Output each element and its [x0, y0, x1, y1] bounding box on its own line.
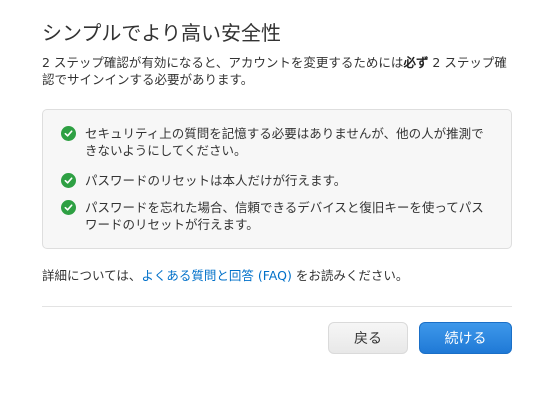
checkmark-circle-icon — [61, 126, 76, 141]
benefit-item: パスワードのリセットは本人だけが行えます。 — [61, 172, 491, 189]
faq-link[interactable]: よくある質問と回答 (FAQ) — [141, 268, 291, 283]
details-suffix: をお読みください。 — [291, 268, 409, 283]
benefits-box: セキュリティ上の質問を記憶する必要はありませんが、他の人が推測できないようにして… — [42, 109, 512, 249]
benefit-text: セキュリティ上の質問を記憶する必要はありませんが、他の人が推測できないようにして… — [85, 126, 484, 158]
intro-text: 2 ステップ確認が有効になると、アカウントを変更するためには必ず 2 ステップ確… — [42, 54, 508, 88]
benefit-item: パスワードを忘れた場合、信頼できるデバイスと復旧キーを使ってパスワードのリセット… — [61, 199, 491, 233]
back-button[interactable]: 戻る — [328, 322, 408, 354]
intro-text-emphasis: 必ず — [403, 55, 429, 70]
details-prefix: 詳細については、 — [42, 268, 142, 283]
divider — [42, 306, 512, 307]
continue-button[interactable]: 続ける — [419, 322, 512, 354]
checkmark-circle-icon — [61, 173, 76, 188]
details-text: 詳細については、よくある質問と回答 (FAQ) をお読みください。 — [42, 267, 408, 284]
benefit-item: セキュリティ上の質問を記憶する必要はありませんが、他の人が推測できないようにして… — [61, 125, 491, 159]
benefit-text: パスワードのリセットは本人だけが行えます。 — [85, 173, 347, 188]
checkmark-circle-icon — [61, 200, 76, 215]
intro-text-before: 2 ステップ確認が有効になると、アカウントを変更するためには — [42, 55, 404, 70]
two-step-verification-dialog: シンプルでより高い安全性 2 ステップ確認が有効になると、アカウントを変更するた… — [0, 0, 546, 418]
benefit-text: パスワードを忘れた場合、信頼できるデバイスと復旧キーを使ってパスワードのリセット… — [85, 200, 484, 232]
dialog-title: シンプルでより高い安全性 — [42, 21, 281, 45]
